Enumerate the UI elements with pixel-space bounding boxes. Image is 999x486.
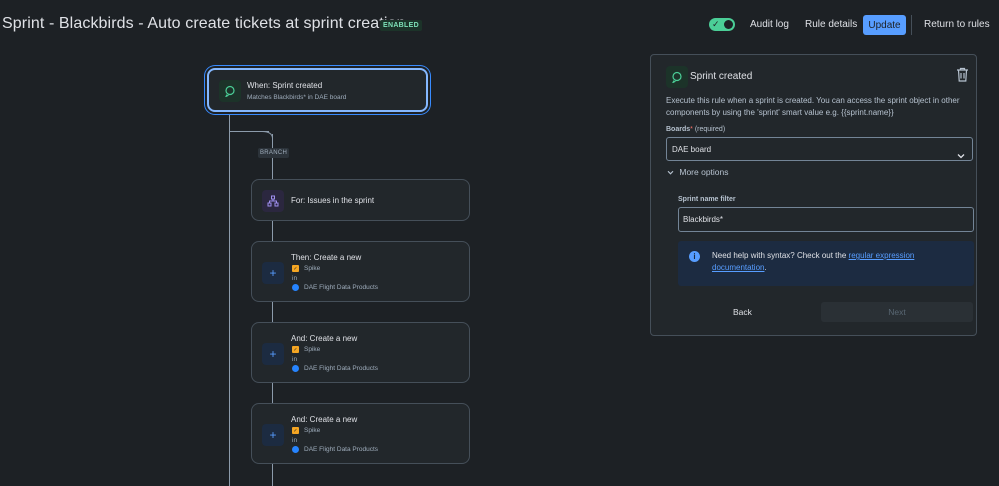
in-text: in bbox=[292, 356, 298, 363]
info-icon: i bbox=[689, 251, 700, 262]
plus-icon: + bbox=[262, 262, 284, 284]
trash-icon[interactable] bbox=[956, 67, 969, 87]
spike-icon: ✓ bbox=[292, 265, 299, 272]
issue-type: Spike bbox=[304, 427, 321, 434]
info-message: i Need help with syntax? Check out the r… bbox=[678, 241, 974, 286]
sprint-name-filter-input[interactable] bbox=[678, 207, 974, 232]
info-text-lead: Need help with syntax? Check out the bbox=[712, 251, 847, 260]
trigger-subtitle: Matches Blackbirds* in DAE board bbox=[247, 94, 347, 101]
issue-type: Spike bbox=[304, 346, 321, 353]
sprint-filter-label-text: Sprint name filter bbox=[678, 196, 736, 203]
project-name: DAE Flight Data Products bbox=[304, 284, 379, 291]
sprint-filter-label: Sprint name filter bbox=[678, 196, 736, 203]
check-icon: ✓ bbox=[712, 19, 720, 29]
spike-icon: ✓ bbox=[292, 346, 299, 353]
branch-curve bbox=[262, 131, 273, 139]
project-icon bbox=[292, 284, 299, 291]
branch-icon bbox=[262, 190, 284, 212]
action-title: Then: Create a new bbox=[291, 253, 362, 262]
action-card[interactable]: + Then: Create a new ✓ Spike in DAE Flig… bbox=[251, 241, 470, 302]
main-connector bbox=[229, 112, 230, 486]
more-options-toggle[interactable]: More options bbox=[667, 167, 729, 177]
boards-label-text: Boards bbox=[666, 126, 691, 133]
enable-toggle[interactable]: ✓ bbox=[709, 18, 735, 31]
panel-title: Sprint created bbox=[690, 71, 753, 82]
project-name: DAE Flight Data Products bbox=[304, 446, 379, 453]
branch-card-title: For: Issues in the sprint bbox=[291, 196, 375, 205]
in-text: in bbox=[292, 275, 298, 282]
sprint-created-icon bbox=[219, 80, 241, 102]
sprint-created-icon bbox=[666, 66, 688, 88]
sprint-name-filter-field[interactable] bbox=[679, 208, 973, 231]
required-text: (required) bbox=[694, 126, 726, 133]
trigger-title: When: Sprint created bbox=[247, 81, 323, 90]
back-button[interactable]: Back bbox=[733, 307, 752, 317]
action-card[interactable]: + And: Create a new ✓ Spike in DAE Fligh… bbox=[251, 403, 470, 464]
return-to-rules-button[interactable]: Return to rules bbox=[924, 19, 990, 30]
chevron-down-icon bbox=[957, 146, 965, 164]
in-text: in bbox=[292, 437, 298, 444]
project-name: DAE Flight Data Products bbox=[304, 365, 379, 372]
trigger-card[interactable]: When: Sprint created Matches Blackbirds*… bbox=[207, 68, 428, 112]
chevron-down-icon bbox=[667, 170, 674, 175]
toggle-knob bbox=[724, 20, 733, 29]
action-title: And: Create a new bbox=[291, 334, 358, 343]
boards-select[interactable]: DAE board bbox=[666, 137, 973, 161]
action-card[interactable]: + And: Create a new ✓ Spike in DAE Fligh… bbox=[251, 322, 470, 383]
page-title: Sprint - Blackbirds - Auto create ticket… bbox=[2, 15, 406, 32]
issue-type: Spike bbox=[304, 265, 321, 272]
branch-label: BRANCH bbox=[258, 148, 290, 158]
header-divider bbox=[911, 15, 912, 35]
spike-icon: ✓ bbox=[292, 427, 299, 434]
rule-details-button[interactable]: Rule details bbox=[805, 19, 857, 30]
status-badge: ENABLED bbox=[380, 20, 422, 31]
boards-value: DAE board bbox=[672, 145, 712, 154]
update-button[interactable]: Update bbox=[863, 15, 906, 35]
project-icon bbox=[292, 365, 299, 372]
action-title: And: Create a new bbox=[291, 415, 358, 424]
info-text-end: . bbox=[764, 263, 767, 272]
panel-description: Execute this rule when a sprint is creat… bbox=[666, 96, 960, 117]
project-icon bbox=[292, 446, 299, 453]
next-button[interactable]: Next bbox=[821, 302, 973, 322]
boards-label: Boards* (required) bbox=[666, 126, 725, 133]
more-options-label: More options bbox=[679, 167, 729, 177]
config-panel: Sprint created Execute this rule when a … bbox=[650, 54, 977, 336]
plus-icon: + bbox=[262, 343, 284, 365]
info-text: Need help with syntax? Check out the reg… bbox=[712, 250, 962, 274]
plus-icon: + bbox=[262, 424, 284, 446]
branch-card[interactable]: For: Issues in the sprint bbox=[251, 179, 470, 221]
required-marker: * bbox=[690, 126, 693, 133]
audit-log-button[interactable]: Audit log bbox=[750, 19, 789, 30]
